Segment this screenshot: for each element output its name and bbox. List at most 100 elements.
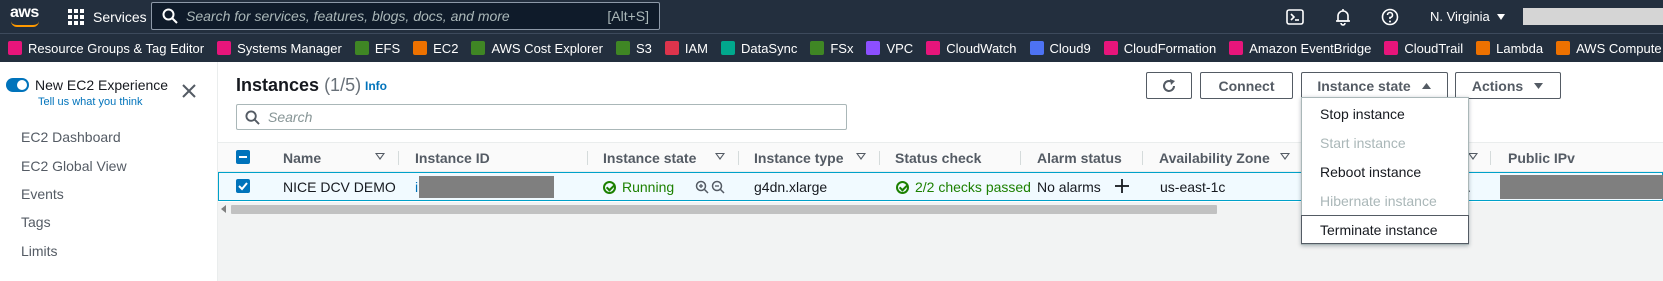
favorite-item[interactable]: S3: [615, 41, 652, 56]
instances-search-input[interactable]: Search: [236, 104, 847, 130]
status-check-text: 2/2 checks passed: [915, 179, 1031, 195]
select-all-checkbox[interactable]: [236, 150, 250, 164]
favorite-item[interactable]: Systems Manager: [217, 41, 342, 56]
service-icon: [1384, 41, 1399, 55]
connect-label: Connect: [1218, 77, 1275, 94]
actions-button[interactable]: Actions: [1455, 72, 1561, 99]
sort-caret-icon[interactable]: [1468, 153, 1478, 160]
favorite-label: DataSync: [740, 40, 798, 56]
favorite-item[interactable]: CloudFormation: [1103, 41, 1216, 56]
instance-state-menu: Stop instance Start instance Reboot inst…: [1301, 97, 1469, 245]
favorite-item[interactable]: AWS Compute: [1556, 41, 1662, 56]
actions-label: Actions: [1471, 77, 1524, 94]
scrollbar-thumb[interactable]: [231, 205, 1217, 214]
zoom-out-icon[interactable]: [711, 180, 725, 194]
col-instance-type[interactable]: Instance type: [754, 150, 843, 166]
favorite-label: CloudWatch: [946, 40, 1017, 56]
cell-status-check[interactable]: 2/2 checks passed: [896, 179, 1031, 195]
instances-search-placeholder: Search: [268, 109, 313, 125]
service-icon: [1476, 41, 1491, 55]
col-status-check[interactable]: Status check: [895, 150, 981, 166]
new-experience-toggle[interactable]: [6, 78, 29, 92]
nav-ec2-dashboard[interactable]: EC2 Dashboard: [21, 129, 121, 145]
favorite-label: IAM: [684, 40, 708, 56]
service-icon: [926, 41, 941, 55]
notifications-bell-icon[interactable]: [1333, 7, 1353, 27]
sort-caret-icon[interactable]: [715, 153, 725, 160]
favorite-item[interactable]: DataSync: [720, 40, 798, 56]
add-alarm-icon[interactable]: [1115, 179, 1129, 193]
favorite-item[interactable]: VPC: [866, 41, 913, 56]
nav-events[interactable]: Events: [21, 186, 64, 202]
services-menu-button[interactable]: Services: [68, 0, 147, 33]
aws-logo[interactable]: aws: [8, 4, 42, 28]
info-link[interactable]: Info: [365, 79, 387, 93]
instance-id-redacted: [419, 176, 554, 198]
service-icon: [615, 41, 630, 55]
selection-count: (1/5): [324, 75, 362, 95]
zoom-in-icon[interactable]: [695, 180, 709, 194]
service-icon: [354, 41, 369, 55]
region-selector[interactable]: N. Virginia: [1430, 0, 1506, 33]
favorite-label: AWS Cost Explorer: [491, 40, 603, 56]
service-icon: [866, 41, 881, 55]
col-availability-zone[interactable]: Availability Zone: [1159, 150, 1270, 166]
favorite-item[interactable]: CloudWatch: [926, 40, 1017, 56]
services-grid-icon: [68, 8, 84, 25]
service-icon: [810, 41, 825, 55]
favorite-label: EC2: [433, 40, 459, 56]
top-navigation-bar: aws Services Search for services, featur…: [0, 0, 1663, 33]
connect-button[interactable]: Connect: [1200, 72, 1293, 99]
sort-caret-icon[interactable]: [375, 153, 385, 160]
instance-state-button[interactable]: Instance state: [1301, 72, 1448, 99]
favorite-label: Cloud9: [1049, 40, 1091, 56]
global-search-input[interactable]: Search for services, features, blogs, do…: [151, 2, 660, 30]
col-instance-state[interactable]: Instance state: [603, 150, 696, 166]
nav-ec2-global-view[interactable]: EC2 Global View: [21, 158, 127, 174]
cell-name: NICE DCV DEMO: [283, 179, 396, 195]
favorites-bar: Resource Groups & Tag Editor Systems Mana…: [0, 33, 1663, 62]
sort-caret-icon[interactable]: [1280, 153, 1290, 160]
col-name[interactable]: Name: [283, 150, 321, 166]
col-instance-id[interactable]: Instance ID: [415, 150, 490, 166]
favorite-item[interactable]: Resource Groups & Tag Editor: [8, 41, 204, 56]
favorite-item[interactable]: Cloud9: [1029, 40, 1091, 56]
account-menu-redacted[interactable]: [1523, 8, 1663, 25]
favorite-label: FSx: [830, 40, 854, 56]
col-public-ipv4[interactable]: Public IPv: [1508, 150, 1575, 166]
favorite-label: AWS Compute: [1576, 40, 1662, 56]
scroll-left-icon[interactable]: [221, 205, 227, 213]
favorite-item[interactable]: CloudTrail: [1384, 41, 1463, 56]
menu-terminate-instance[interactable]: Terminate instance: [1301, 215, 1469, 244]
column-divider[interactable]: [738, 151, 739, 165]
nav-tags[interactable]: Tags: [21, 214, 51, 230]
favorite-item[interactable]: Lambda: [1476, 41, 1543, 56]
col-alarm-status[interactable]: Alarm status: [1037, 150, 1122, 166]
menu-stop-instance[interactable]: Stop instance: [1302, 99, 1468, 128]
nav-limits[interactable]: Limits: [21, 243, 58, 259]
menu-hibernate-instance: Hibernate instance: [1320, 192, 1437, 209]
feedback-link[interactable]: Tell us what you think: [38, 96, 143, 108]
favorite-item[interactable]: Amazon EventBridge: [1229, 41, 1371, 56]
column-divider[interactable]: [398, 151, 399, 165]
cell-instance-id-prefix[interactable]: i: [415, 179, 418, 195]
column-divider[interactable]: [1020, 151, 1021, 165]
column-divider[interactable]: [587, 151, 588, 165]
favorite-item[interactable]: EFS: [354, 41, 400, 56]
favorite-item[interactable]: FSx: [810, 41, 853, 56]
column-divider[interactable]: [1490, 151, 1491, 165]
favorite-item[interactable]: AWS Cost Explorer: [471, 41, 603, 56]
sort-caret-icon[interactable]: [856, 153, 866, 160]
cloudshell-icon[interactable]: [1285, 7, 1305, 27]
refresh-button[interactable]: [1146, 72, 1192, 99]
service-icon: [1556, 41, 1571, 55]
favorite-item[interactable]: EC2: [413, 41, 458, 56]
close-icon[interactable]: [180, 82, 198, 100]
column-divider[interactable]: [879, 151, 880, 165]
favorite-item[interactable]: IAM: [664, 40, 708, 56]
region-label: N. Virginia: [1430, 9, 1490, 24]
column-divider[interactable]: [1142, 151, 1143, 165]
help-icon[interactable]: [1380, 7, 1400, 27]
row-checkbox[interactable]: [236, 179, 250, 193]
menu-reboot-instance[interactable]: Reboot instance: [1302, 157, 1468, 186]
